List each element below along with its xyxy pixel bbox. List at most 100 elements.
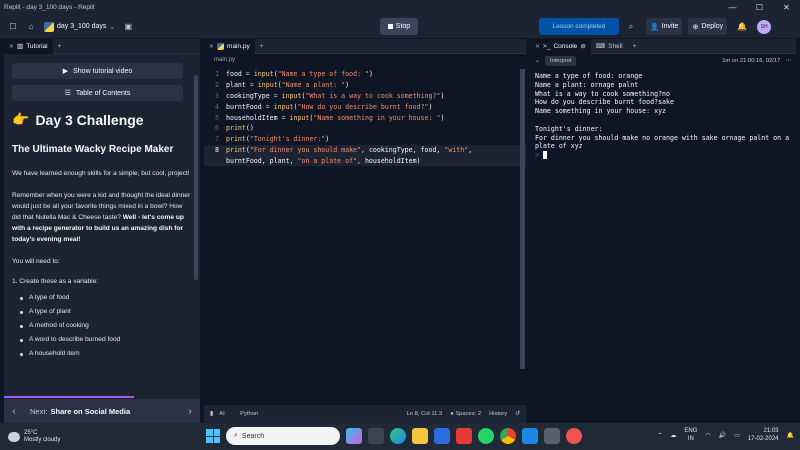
next-lesson-title: Share on Social Media [50,406,131,416]
search-icon[interactable]: ⌕ [622,18,640,36]
sidebar-toggle-icon[interactable]: ☐ [4,18,22,36]
maximize-button[interactable]: ☐ [746,0,773,15]
code-line[interactable]: 6 print() [204,123,526,134]
close-icon[interactable]: ✕ [9,43,14,50]
code-line[interactable]: 1 food = input("Name a type of food: ") [204,69,526,80]
avatar[interactable]: SH [757,19,772,34]
table-of-contents-label: Table of Contents [75,89,131,97]
history-icon[interactable]: ▣ [119,18,137,36]
list-item: A type of plant [20,305,192,319]
tab-shell[interactable]: ⌨ Shell [591,39,628,54]
code-line[interactable]: burntFood, plant, "on a plate of", house… [204,155,526,167]
task-view-icon[interactable] [368,428,384,444]
line-number: 4 [215,102,219,111]
add-tab-button[interactable]: + [53,39,67,54]
python-lsp-icon: ◌ [230,411,235,417]
tab-main-py[interactable]: ✕ main.py [204,38,255,54]
code-line[interactable]: 4 burntFood = input("How do you describe … [204,101,526,112]
battery-icon[interactable]: ▭ [734,432,740,439]
tutorial-progress-bar [4,396,134,398]
deploy-label: Deploy [701,23,724,30]
video-icon: ▶ [62,68,69,75]
history-button[interactable]: History [489,411,507,417]
weather-widget[interactable]: 25°C Mostly cloudy [0,430,60,444]
shell-icon: ⌨ [595,43,606,50]
line-number: 8 [215,145,219,154]
clear-icon[interactable]: ⊘ [580,42,585,50]
windows-taskbar: 25°C Mostly cloudy ⌕ Search ⌃ ☁ ENG IN ◠… [0,423,800,450]
window-titlebar: Replit - day 3_100 days - Replit — ☐ ✕ [0,0,800,15]
repl-name: day 3_100 days [57,23,107,30]
code-line[interactable]: 3 cookingType = input("What is a way to c… [204,91,526,102]
cursor-position[interactable]: Ln 8, Col 11.3 [407,411,443,417]
list-intro: 1. Create these as a variable: [12,278,99,285]
store-icon[interactable] [434,428,450,444]
tab-console[interactable]: ✕ >_ Console ⊘ [530,38,591,54]
clock[interactable]: 21:03 17-02-2024 [748,427,779,443]
code-line[interactable]: 7 print("Tonight's dinner:") [204,134,526,145]
tab-shell-label: Shell [608,42,623,50]
code-line[interactable]: 2 plant = input("Name a plant: ") [204,80,526,91]
file-explorer-icon[interactable] [412,428,428,444]
minimize-button[interactable]: — [719,0,746,15]
lesson-completed-button[interactable]: Lesson completed [539,18,619,35]
stop-button[interactable]: Stop [380,18,418,35]
console-output-text: Name a type of food: orange Name a plant… [535,72,790,151]
media-player-icon[interactable] [566,428,582,444]
edge-icon[interactable] [390,428,406,444]
stop-label: Stop [395,23,411,30]
tab-tutorial[interactable]: ✕ ▥ Tutorial [4,38,53,54]
ai-label[interactable]: AI [219,411,224,417]
copilot-icon[interactable] [346,428,362,444]
close-icon[interactable]: ✕ [535,43,540,50]
table-of-contents-button[interactable]: ☰ Table of Contents [12,85,183,101]
editor-scrollbar[interactable] [520,69,525,369]
add-tab-button[interactable]: + [255,39,269,54]
editor-pane: ✕ main.py + main.py 1 food = input("Name … [204,38,526,423]
bell-icon[interactable]: 🔔 [733,18,751,36]
spaces-indicator[interactable]: ● Spaces: 2 [450,411,481,417]
taskbar-search[interactable]: ⌕ Search [226,427,340,445]
invite-button[interactable]: 👤 Invite [646,18,683,35]
close-button[interactable]: ✕ [773,0,800,15]
chevron-down-icon[interactable]: ⌄ [535,58,540,64]
close-icon[interactable]: ✕ [209,43,214,50]
notification-bell-icon[interactable]: 🔔 [787,432,794,439]
chrome-icon[interactable] [500,428,516,444]
replit-app-icon[interactable] [544,428,560,444]
chevron-left-icon[interactable]: ‹ [4,406,24,417]
code-editor[interactable]: 1 food = input("Name a type of food: ") 2 p… [204,69,526,167]
whatsapp-icon[interactable] [478,428,494,444]
list-item: A method of cooking [20,319,192,333]
show-tutorial-video-button[interactable]: ▶ Show tutorial video [12,63,183,79]
vscode-icon[interactable] [522,428,538,444]
tutorial-scrollbar[interactable] [194,75,198,280]
console-cursor [542,151,547,160]
chevron-up-icon[interactable]: ⌃ [657,432,662,439]
wifi-icon[interactable]: ◠ [705,432,710,439]
next-lesson-bar[interactable]: ‹ Next: Share on Social Media › [4,399,200,423]
chevron-right-icon[interactable]: › [180,406,200,417]
challenge-heading: 👉 Day 3 Challenge [12,111,192,128]
console-output[interactable]: Name a type of food: orange Name a plant… [530,68,796,164]
add-tab-button[interactable]: + [628,39,642,54]
list-item: A household item [20,347,192,361]
challenge-title: Day 3 Challenge [35,111,144,128]
deploy-button[interactable]: ⊕ Deploy [688,18,728,35]
windows-start-icon[interactable] [206,429,220,443]
code-line[interactable]: 8 print("For dinner you should make", coo… [204,144,526,156]
volume-icon[interactable]: 🔊 [719,432,726,439]
line-number: 2 [215,81,219,90]
home-icon[interactable]: ⌂ [22,18,40,36]
editor-status-bar: ▮ AI ◌ Python Ln 8, Col 11.3 ● Spaces: 2… [204,405,526,423]
ai-icon[interactable]: ▮ [210,411,213,417]
search-label: Search [241,432,265,440]
more-icon[interactable]: ⋯ [785,58,791,64]
code-line[interactable]: 5 householdItem = input("Name something i… [204,112,526,123]
cloud-sync-icon[interactable]: ☁ [670,432,676,439]
app-red-icon[interactable] [456,428,472,444]
language-indicator[interactable]: ENG IN [684,427,697,443]
interpreter-badge[interactable]: Interpret [544,56,577,66]
history-icon[interactable]: ↺ [515,411,520,417]
repl-name-button[interactable]: day 3_100 days ⌄ [44,21,115,32]
